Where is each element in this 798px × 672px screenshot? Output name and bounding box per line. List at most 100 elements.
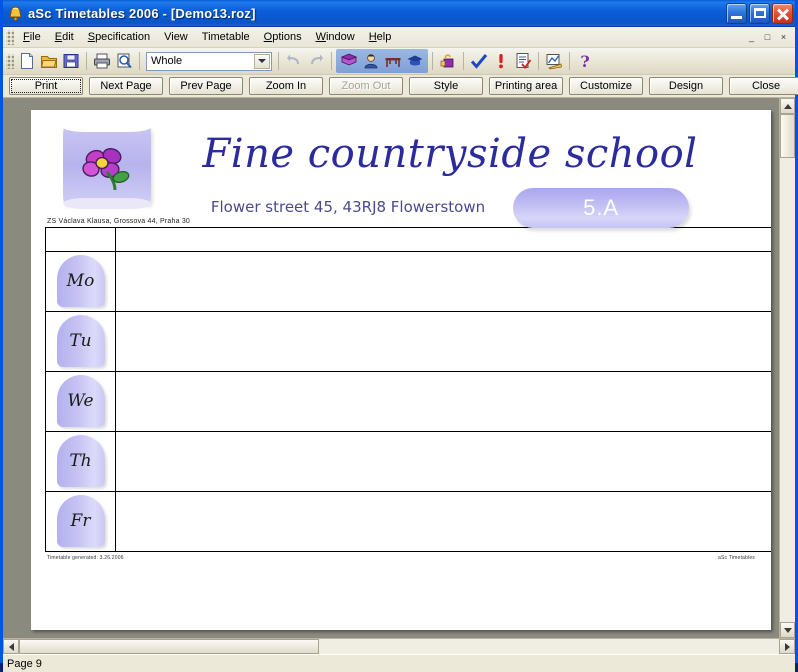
scroll-down-icon[interactable] xyxy=(780,622,795,638)
menu-specification[interactable]: Specification xyxy=(81,29,157,45)
lock-icon[interactable] xyxy=(437,50,459,72)
school-logo-card xyxy=(63,122,151,209)
vertical-scrollbar[interactable] xyxy=(779,98,795,638)
period-header-0: 0 07:10-07:55 xyxy=(115,227,771,252)
status-bar: Page 9 xyxy=(3,654,795,672)
day-header-We: We xyxy=(45,371,116,432)
menu-window[interactable]: Window xyxy=(309,29,362,45)
next-page-button[interactable]: Next Page xyxy=(89,77,163,95)
svg-text:?: ? xyxy=(580,52,589,70)
view-scope-value: Whole xyxy=(151,55,183,67)
view-scope-select[interactable]: Whole xyxy=(146,51,272,71)
day-header-Fr: Fr xyxy=(45,491,116,552)
close-button[interactable] xyxy=(772,2,793,24)
horizontal-scrollbar[interactable] xyxy=(3,638,795,654)
scroll-right-icon[interactable] xyxy=(779,639,795,654)
close-preview-button[interactable]: Close xyxy=(729,77,798,95)
timetable-row: Mo Gr09 Group 1 Sp Da Gr09 Group 2 Sp Wi xyxy=(45,251,771,312)
print-preview-icon[interactable] xyxy=(113,50,135,72)
vscroll-thumb[interactable] xyxy=(780,114,795,158)
period-number: 0 xyxy=(116,228,771,243)
verify-icon[interactable] xyxy=(468,50,490,72)
timetable-row: Tu Gr09 Group 1 Sp Da Gr09 Group 2 Sp Wi xyxy=(45,311,771,372)
footer-brand: aSc Timetables xyxy=(718,555,755,561)
scroll-left-icon[interactable] xyxy=(3,639,19,654)
document-footer: Timetable generated: 3.26.2006 aSc Timet… xyxy=(45,555,757,561)
design-button[interactable]: Design xyxy=(649,77,723,95)
mdi-restore-icon[interactable]: □ xyxy=(760,30,775,44)
chart-icon[interactable] xyxy=(543,50,565,72)
mdi-minimize-icon[interactable]: _ xyxy=(744,30,759,44)
menu-timetable[interactable]: Timetable xyxy=(195,29,257,45)
lesson-cell-empty[interactable] xyxy=(115,311,771,372)
application-window: aSc Timetables 2006 - [Demo13.roz] File … xyxy=(0,0,798,672)
day-pill: Th xyxy=(56,435,105,487)
subjects-icon[interactable] xyxy=(338,50,360,72)
class-badge: 5.A xyxy=(513,188,690,228)
printing-area-button[interactable]: Printing area xyxy=(489,77,563,95)
scroll-up-icon[interactable] xyxy=(780,98,795,114)
zoom-in-button[interactable]: Zoom In xyxy=(249,77,323,95)
status-page-text: Page 9 xyxy=(7,657,42,670)
menu-edit[interactable]: Edit xyxy=(48,29,81,45)
menu-grip-icon[interactable] xyxy=(6,29,14,45)
timetable-grid: 0 07:10-07:55 1 08:00-08:45 2 08:55-09:4… xyxy=(45,227,771,552)
teachers-icon[interactable] xyxy=(360,50,382,72)
title-bar: aSc Timetables 2006 - [Demo13.roz] xyxy=(3,0,795,27)
day-header-Tu: Tu xyxy=(45,311,116,372)
footer-generated: Timetable generated: 3.26.2006 xyxy=(47,555,124,561)
menu-help[interactable]: Help xyxy=(362,29,399,45)
new-document-icon[interactable] xyxy=(16,50,38,72)
prev-page-button[interactable]: Prev Page xyxy=(169,77,243,95)
classes-icon[interactable] xyxy=(404,50,426,72)
day-label: Th xyxy=(69,451,92,471)
lesson-cell-empty[interactable] xyxy=(115,371,771,432)
maximize-button[interactable] xyxy=(749,2,770,24)
hscroll-track[interactable] xyxy=(19,639,779,654)
customize-button[interactable]: Customize xyxy=(569,77,643,95)
menu-file[interactable]: File xyxy=(16,29,48,45)
lesson-cell-empty[interactable] xyxy=(115,251,771,312)
lesson-cell-empty[interactable] xyxy=(115,491,771,552)
help-question-icon[interactable]: ? xyxy=(574,50,596,72)
toolbar-separator xyxy=(463,52,464,70)
menu-bar: File Edit Specification View Timetable O… xyxy=(3,27,795,48)
day-label: We xyxy=(67,391,94,411)
conflicts-icon[interactable] xyxy=(490,50,512,72)
redo-icon[interactable] xyxy=(305,50,327,72)
vscroll-track[interactable] xyxy=(780,114,795,622)
day-label: Fr xyxy=(70,511,91,531)
chevron-down-icon[interactable] xyxy=(254,53,270,69)
minimize-button[interactable] xyxy=(726,2,747,24)
day-header-Th: Th xyxy=(45,431,116,492)
save-disk-icon[interactable] xyxy=(60,50,82,72)
lesson-cell-empty[interactable] xyxy=(115,431,771,492)
day-pill: Fr xyxy=(56,495,105,547)
menu-options[interactable]: Options xyxy=(257,29,309,45)
print-icon[interactable] xyxy=(91,50,113,72)
classrooms-icon[interactable] xyxy=(382,50,404,72)
flower-icon xyxy=(79,144,135,197)
timetable-header-row: 0 07:10-07:55 1 08:00-08:45 2 08:55-09:4… xyxy=(45,227,771,252)
grid-corner-cell xyxy=(45,227,116,252)
menu-view[interactable]: View xyxy=(157,29,195,45)
address-row: Flower street 45, 43RJ8 Flowerstown 5.A xyxy=(151,186,749,228)
hscroll-thumb[interactable] xyxy=(19,639,319,654)
toolbar-grip-icon[interactable] xyxy=(6,53,14,69)
toolbar-separator xyxy=(538,52,539,70)
toolbar-separator xyxy=(569,52,570,70)
school-name: Fine countryside school xyxy=(202,131,698,177)
day-label: Mo xyxy=(66,271,95,291)
timetable-row: Fr a b c En Wi GR03c Boys xyxy=(45,491,771,552)
print-preview-toolbar: Print Next Page Prev Page Zoom In Zoom O… xyxy=(3,75,798,98)
toolbar-separator xyxy=(331,52,332,70)
print-button[interactable]: Print xyxy=(9,77,83,95)
day-pill: We xyxy=(56,375,105,427)
timetable-row: Th Gr09 Group 1 Sp Da Gr09 Group 2 Sp Wi xyxy=(45,431,771,492)
mdi-close-icon[interactable]: × xyxy=(776,30,791,44)
undo-icon[interactable] xyxy=(283,50,305,72)
style-button[interactable]: Style xyxy=(409,77,483,95)
preview-pane[interactable]: Fine countryside school Flower street 45… xyxy=(3,98,779,638)
report-icon[interactable] xyxy=(512,50,534,72)
open-folder-icon[interactable] xyxy=(38,50,60,72)
